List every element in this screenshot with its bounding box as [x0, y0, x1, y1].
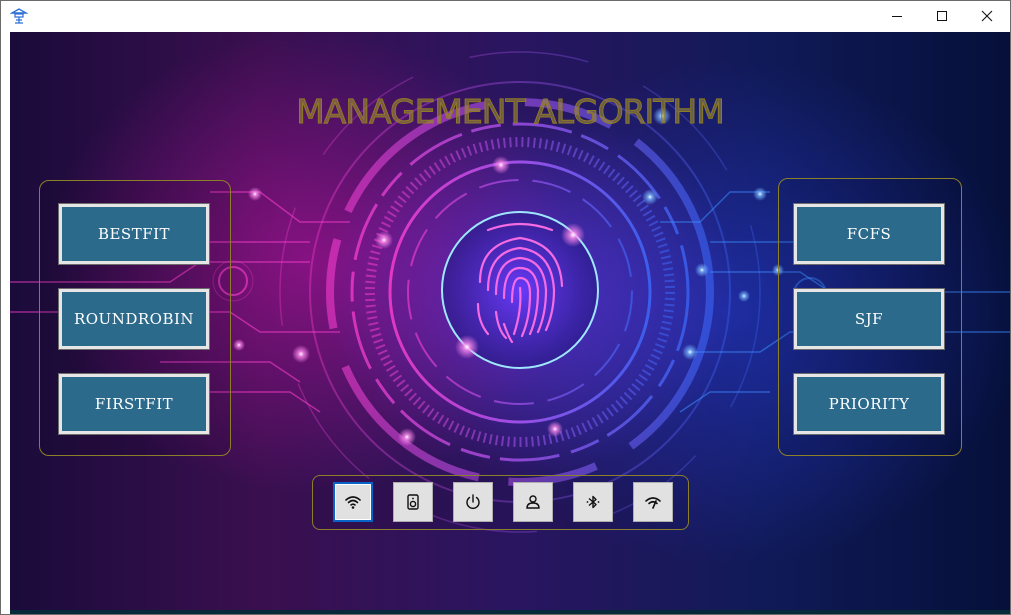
power-icon: [466, 494, 480, 509]
bluetooth-button[interactable]: [573, 482, 613, 522]
power-button[interactable]: [453, 482, 493, 522]
maximize-icon: [937, 11, 947, 21]
minimize-button[interactable]: [874, 1, 920, 31]
bottom-strip: [10, 610, 1010, 614]
close-button[interactable]: [964, 1, 1010, 31]
wifi-icon: [345, 496, 361, 509]
maximize-button[interactable]: [919, 1, 965, 31]
app-icon: [10, 8, 28, 24]
signal-button[interactable]: [633, 482, 673, 522]
user-icon: [526, 495, 540, 509]
user-button[interactable]: [513, 482, 553, 522]
firstfit-button[interactable]: FIRSTFIT: [58, 373, 210, 435]
background-canvas: MANAGEMENT ALGORITHM BESTFIT ROUNDROBIN …: [10, 32, 1010, 614]
minimize-icon: [892, 16, 902, 17]
roundrobin-button[interactable]: ROUNDROBIN: [58, 288, 210, 350]
speaker-button[interactable]: [393, 482, 433, 522]
signal-icon: [645, 497, 661, 509]
app-window: MANAGEMENT ALGORITHM BESTFIT ROUNDROBIN …: [0, 0, 1011, 615]
close-icon: [981, 10, 993, 22]
bestfit-button[interactable]: BESTFIT: [58, 203, 210, 265]
sjf-button[interactable]: SJF: [793, 288, 945, 350]
wifi-button[interactable]: [333, 482, 373, 522]
title-bar[interactable]: [1, 1, 1010, 31]
page-title: MANAGEMENT ALGORITHM: [296, 92, 725, 132]
speaker-icon: [407, 494, 419, 510]
bluetooth-icon: [586, 495, 600, 509]
priority-button[interactable]: PRIORITY: [793, 373, 945, 435]
fcfs-button[interactable]: FCFS: [793, 203, 945, 265]
